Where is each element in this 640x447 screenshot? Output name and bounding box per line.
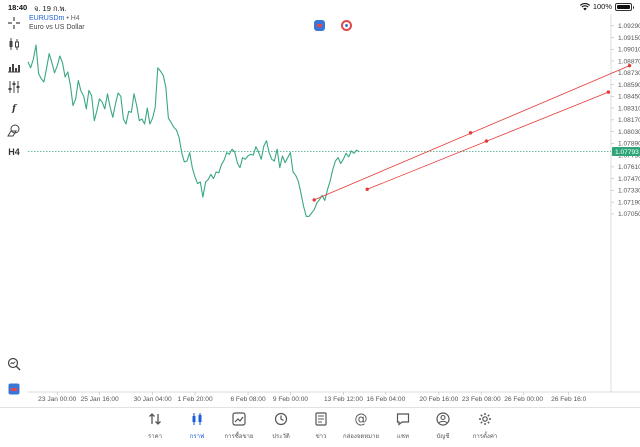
tab-quotes[interactable]: ราคา <box>134 410 176 446</box>
tab-label: การตั้งค่า <box>472 434 498 440</box>
y-tick-label: 1.08590 <box>618 82 640 89</box>
crosshair-icon[interactable] <box>5 14 23 32</box>
tab-mailbox[interactable]: @ กล่องจดหมาย <box>340 410 382 446</box>
y-tick-label: 1.08730 <box>618 70 640 77</box>
x-tick-label: 25 Jan 16:00 <box>81 396 119 403</box>
tab-chart[interactable]: กราฟ <box>176 410 218 446</box>
objects-icon[interactable] <box>5 121 23 139</box>
y-tick-label: 1.09010 <box>618 47 640 54</box>
x-tick-label: 6 Feb 08:00 <box>230 396 266 403</box>
x-tick-label: 9 Feb 00:00 <box>273 396 309 403</box>
y-tick-label: 1.09290 <box>618 23 640 30</box>
y-tick-label: 1.07470 <box>618 176 640 183</box>
left-toolbar: f H4 <box>0 14 28 407</box>
trend-line-anchor[interactable] <box>468 131 473 135</box>
price-series-line[interactable] <box>27 44 360 217</box>
trend-line-anchor[interactable] <box>606 90 611 94</box>
y-tick-label: 1.09150 <box>618 35 640 42</box>
tab-label: บัญชี <box>436 434 450 440</box>
x-tick-label: 20 Feb 16:00 <box>419 396 458 403</box>
tab-chat[interactable]: แชท <box>382 410 424 446</box>
tab-label: กล่องจดหมาย <box>342 434 380 440</box>
bottom-tabbar: ราคา กราฟ การซื้อขาย ประวัติ ข่าว @ กล่อ… <box>0 407 640 447</box>
timeframe-label: H4 <box>8 147 20 157</box>
mailbox-icon: @ <box>354 411 368 427</box>
tab-label: แชท <box>397 434 409 440</box>
search-chart-icon[interactable] <box>5 355 23 373</box>
x-tick-label: 30 Jan 04:00 <box>134 396 172 403</box>
tab-account[interactable]: บัญชี <box>422 410 464 446</box>
chart-icon <box>189 411 205 427</box>
y-tick-label: 1.08030 <box>618 129 640 136</box>
y-tick-label: 1.08450 <box>618 94 640 101</box>
x-tick-label: 26 Feb 00:00 <box>504 396 543 403</box>
chat-icon <box>395 411 411 427</box>
tab-label: ประวัติ <box>272 434 290 440</box>
x-tick-label: 23 Feb 08:00 <box>462 396 501 403</box>
history-icon <box>273 411 289 427</box>
candlestick-icon[interactable] <box>5 35 23 53</box>
function-icon[interactable]: f <box>5 100 23 118</box>
news-icon <box>313 411 329 427</box>
tab-news[interactable]: ข่าว <box>300 410 342 446</box>
x-tick-label: 13 Feb 12:00 <box>324 396 363 403</box>
tab-trade[interactable]: การซื้อขาย <box>218 410 260 446</box>
y-tick-label: 1.07330 <box>618 188 640 195</box>
one-click-panel-icon[interactable] <box>5 380 23 398</box>
current-price-label: 1.07793 <box>615 149 639 156</box>
x-tick-label: 16 Feb 04:00 <box>366 396 405 403</box>
quotes-icon <box>147 411 163 427</box>
account-icon <box>435 411 451 427</box>
tab-settings[interactable]: การตั้งค่า <box>464 410 506 446</box>
y-tick-label: 1.08310 <box>618 105 640 112</box>
settings-icon <box>477 411 493 427</box>
trade-icon <box>231 411 247 427</box>
price-chart[interactable]: 1.092901.091501.090101.088701.087301.085… <box>0 0 640 407</box>
timeframe-button[interactable]: H4 <box>5 143 23 161</box>
indicators-icon[interactable] <box>5 57 23 75</box>
x-tick-label: 1 Feb 20:00 <box>177 396 213 403</box>
tab-label: ข่าว <box>315 434 327 440</box>
x-tick-label: 26 Feb 16:0 <box>551 396 587 403</box>
trend-line-anchor[interactable] <box>627 63 632 68</box>
tab-label: การซื้อขาย <box>224 434 254 440</box>
settings-sliders-icon[interactable] <box>5 78 23 96</box>
tab-history[interactable]: ประวัติ <box>260 410 302 446</box>
y-tick-label: 1.08170 <box>618 117 640 124</box>
trend-line-anchor[interactable] <box>365 187 369 192</box>
y-tick-label: 1.07050 <box>618 211 640 218</box>
y-tick-label: 1.07610 <box>618 164 640 171</box>
tab-label: ราคา <box>148 434 162 440</box>
trend-line-anchor[interactable] <box>312 198 316 202</box>
tab-label: กราฟ <box>189 434 205 440</box>
y-tick-label: 1.07890 <box>618 141 640 148</box>
x-tick-label: 23 Jan 00:00 <box>38 396 76 403</box>
y-tick-label: 1.07190 <box>618 199 640 206</box>
trend-line-anchor[interactable] <box>484 139 489 143</box>
